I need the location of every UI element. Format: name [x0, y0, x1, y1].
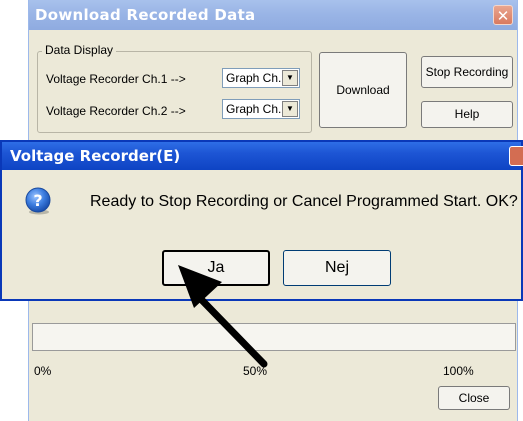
- svg-text:?: ?: [33, 191, 42, 210]
- stop-recording-button[interactable]: Stop Recording: [421, 56, 513, 88]
- question-icon: ?: [25, 187, 51, 215]
- voltage-recorder-confirm-dialog: Voltage Recorder(E) ? Ready to Stop Reco…: [0, 140, 523, 301]
- dialog-title: Voltage Recorder(E): [10, 147, 181, 165]
- channel-1-graph-select[interactable]: Graph Ch.1 ▼: [222, 68, 300, 88]
- channel-1-selected-value: Graph Ch.1: [226, 71, 289, 85]
- channel-2-selected-value: Graph Ch.2: [226, 102, 289, 116]
- channel-1-label: Voltage Recorder Ch.1 -->: [46, 72, 186, 86]
- channel-2-graph-select[interactable]: Graph Ch.2 ▼: [222, 99, 300, 119]
- ja-button[interactable]: Ja: [162, 250, 270, 286]
- dialog-message: Ready to Stop Recording or Cancel Progra…: [90, 193, 518, 210]
- progress-tick-50: 50%: [243, 364, 268, 378]
- download-progress-bar: [32, 323, 516, 351]
- chevron-down-icon[interactable]: ▼: [282, 70, 298, 86]
- close-icon[interactable]: ✕: [493, 5, 513, 25]
- window-titlebar[interactable]: Download Recorded Data ✕: [29, 0, 517, 30]
- download-button[interactable]: Download: [319, 52, 407, 128]
- window-title: Download Recorded Data: [35, 6, 256, 24]
- dialog-close-icon[interactable]: [509, 146, 523, 166]
- data-display-group: Data Display Voltage Recorder Ch.1 --> G…: [37, 43, 312, 133]
- nej-button[interactable]: Nej: [283, 250, 391, 286]
- progress-tick-100: 100%: [443, 364, 474, 378]
- dialog-titlebar[interactable]: Voltage Recorder(E): [2, 142, 523, 170]
- channel-2-label: Voltage Recorder Ch.2 -->: [46, 104, 186, 118]
- screen: Download Recorded Data ✕ Data Display Vo…: [0, 0, 523, 421]
- chevron-down-icon[interactable]: ▼: [282, 101, 298, 117]
- data-display-legend: Data Display: [42, 43, 117, 57]
- help-button[interactable]: Help: [421, 101, 513, 128]
- progress-tick-0: 0%: [34, 364, 52, 378]
- close-button[interactable]: Close: [438, 386, 510, 410]
